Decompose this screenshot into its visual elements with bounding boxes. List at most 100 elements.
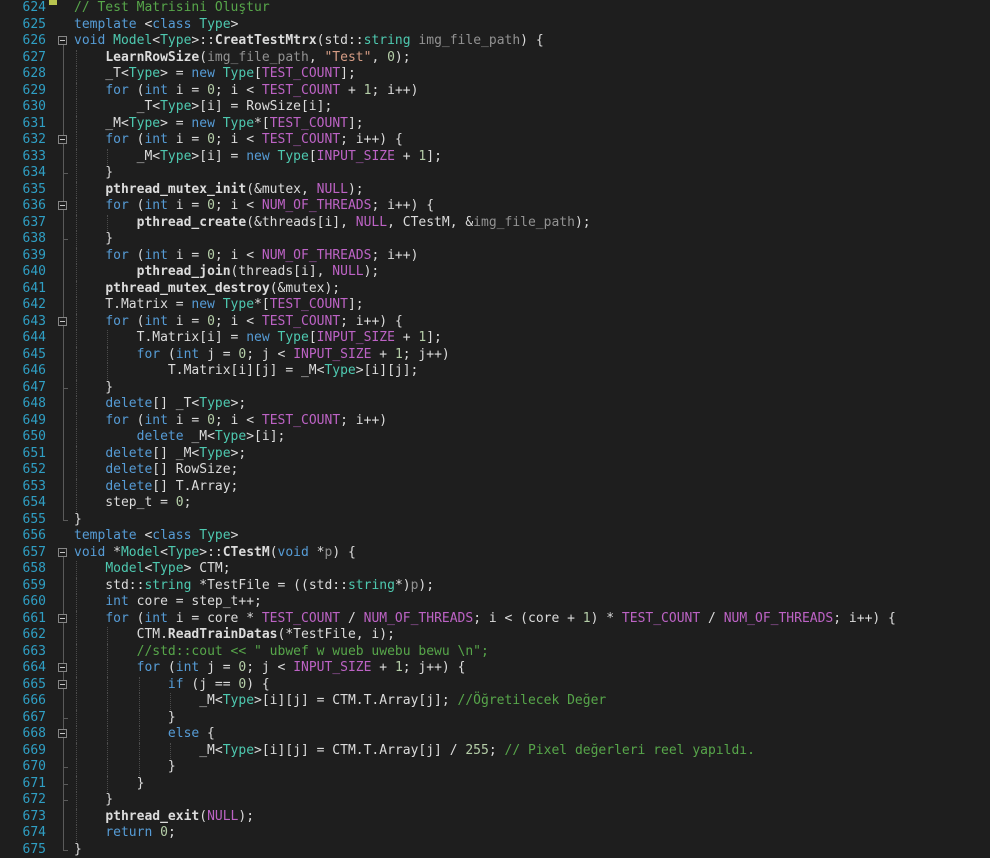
fold-margin[interactable] bbox=[54, 314, 72, 331]
code-line[interactable]: 651 delete[] _M<Type>; bbox=[0, 446, 990, 463]
fold-margin[interactable] bbox=[54, 660, 72, 677]
code-line[interactable]: 634 } bbox=[0, 165, 990, 182]
code-line[interactable]: 652 delete[] RowSize; bbox=[0, 462, 990, 479]
code-line[interactable]: 639 for (int i = 0; i < NUM_OF_THREADS; … bbox=[0, 248, 990, 265]
collapse-region-icon[interactable] bbox=[58, 614, 67, 623]
line-number[interactable]: 650 bbox=[0, 429, 46, 446]
line-number[interactable]: 625 bbox=[0, 17, 46, 34]
code-line[interactable]: 625template <class Type> bbox=[0, 17, 990, 34]
line-number[interactable]: 640 bbox=[0, 264, 46, 281]
code-line[interactable]: 643 for (int i = 0; i < TEST_COUNT; i++)… bbox=[0, 314, 990, 331]
line-number[interactable]: 674 bbox=[0, 825, 46, 842]
fold-margin[interactable] bbox=[54, 611, 72, 628]
code-line[interactable]: 647 } bbox=[0, 380, 990, 397]
collapse-region-icon[interactable] bbox=[58, 201, 67, 210]
line-number[interactable]: 663 bbox=[0, 644, 46, 661]
line-number[interactable]: 632 bbox=[0, 132, 46, 149]
line-number[interactable]: 645 bbox=[0, 347, 46, 364]
code-line[interactable]: 659 std::string *TestFile = ((std::strin… bbox=[0, 578, 990, 595]
code-line[interactable]: 668 else { bbox=[0, 726, 990, 743]
code-line[interactable]: 672 } bbox=[0, 792, 990, 809]
fold-margin[interactable] bbox=[54, 33, 72, 50]
line-number[interactable]: 653 bbox=[0, 479, 46, 496]
line-number[interactable]: 624 bbox=[0, 0, 46, 17]
collapse-region-icon[interactable] bbox=[58, 729, 67, 738]
line-number[interactable]: 638 bbox=[0, 231, 46, 248]
line-number[interactable]: 673 bbox=[0, 809, 46, 826]
line-number[interactable]: 642 bbox=[0, 297, 46, 314]
line-number[interactable]: 647 bbox=[0, 380, 46, 397]
code-line[interactable]: 664 for (int j = 0; j < INPUT_SIZE + 1; … bbox=[0, 660, 990, 677]
code-line[interactable]: 642 T.Matrix = new Type*[TEST_COUNT]; bbox=[0, 297, 990, 314]
code-line[interactable]: 650 delete _M<Type>[i]; bbox=[0, 429, 990, 446]
code-line[interactable]: 673 pthread_exit(NULL); bbox=[0, 809, 990, 826]
collapse-region-icon[interactable] bbox=[58, 548, 67, 557]
line-number[interactable]: 669 bbox=[0, 743, 46, 760]
code-line[interactable]: 640 pthread_join(threads[i], NULL); bbox=[0, 264, 990, 281]
code-line[interactable]: 663 //std::cout << " ubwef w wueb uwebu … bbox=[0, 644, 990, 661]
code-line[interactable]: 641 pthread_mutex_destroy(&mutex); bbox=[0, 281, 990, 298]
code-line[interactable]: 627 LearnRowSize(img_file_path, "Test", … bbox=[0, 50, 990, 67]
line-number[interactable]: 670 bbox=[0, 759, 46, 776]
line-number[interactable]: 672 bbox=[0, 792, 46, 809]
code-line[interactable]: 648 delete[] _T<Type>; bbox=[0, 396, 990, 413]
code-line[interactable]: 628 _T<Type> = new Type[TEST_COUNT]; bbox=[0, 66, 990, 83]
line-number[interactable]: 628 bbox=[0, 66, 46, 83]
line-number[interactable]: 658 bbox=[0, 561, 46, 578]
code-line[interactable]: 660 int core = step_t++; bbox=[0, 594, 990, 611]
line-number[interactable]: 666 bbox=[0, 693, 46, 710]
line-number[interactable]: 675 bbox=[0, 842, 46, 858]
code-line[interactable]: 657void *Model<Type>::CTestM(void *p) { bbox=[0, 545, 990, 562]
fold-margin[interactable] bbox=[54, 677, 72, 694]
line-number[interactable]: 661 bbox=[0, 611, 46, 628]
line-number[interactable]: 662 bbox=[0, 627, 46, 644]
collapse-region-icon[interactable] bbox=[58, 680, 67, 689]
line-number[interactable]: 655 bbox=[0, 512, 46, 529]
collapse-region-icon[interactable] bbox=[58, 36, 67, 45]
code-line[interactable]: 633 _M<Type>[i] = new Type[INPUT_SIZE + … bbox=[0, 149, 990, 166]
line-number[interactable]: 630 bbox=[0, 99, 46, 116]
line-number[interactable]: 659 bbox=[0, 578, 46, 595]
code-line[interactable]: 624// Test Matrisini Oluştur bbox=[0, 0, 990, 17]
code-line[interactable]: 661 for (int i = core * TEST_COUNT / NUM… bbox=[0, 611, 990, 628]
code-line[interactable]: 631 _M<Type> = new Type*[TEST_COUNT]; bbox=[0, 116, 990, 133]
line-number[interactable]: 660 bbox=[0, 594, 46, 611]
code-line[interactable]: 644 T.Matrix[i] = new Type[INPUT_SIZE + … bbox=[0, 330, 990, 347]
code-line[interactable]: 653 delete[] T.Array; bbox=[0, 479, 990, 496]
line-number[interactable]: 646 bbox=[0, 363, 46, 380]
line-number[interactable]: 668 bbox=[0, 726, 46, 743]
fold-margin[interactable] bbox=[54, 198, 72, 215]
line-number[interactable]: 657 bbox=[0, 545, 46, 562]
line-number[interactable]: 665 bbox=[0, 677, 46, 694]
collapse-region-icon[interactable] bbox=[58, 663, 67, 672]
code-line[interactable]: 654 step_t = 0; bbox=[0, 495, 990, 512]
line-number[interactable]: 656 bbox=[0, 528, 46, 545]
line-number[interactable]: 649 bbox=[0, 413, 46, 430]
line-number[interactable]: 651 bbox=[0, 446, 46, 463]
code-line[interactable]: 675} bbox=[0, 842, 990, 858]
code-line[interactable]: 638 } bbox=[0, 231, 990, 248]
line-number[interactable]: 626 bbox=[0, 33, 46, 50]
code-line[interactable]: 629 for (int i = 0; i < TEST_COUNT + 1; … bbox=[0, 83, 990, 100]
code-line[interactable]: 670 } bbox=[0, 759, 990, 776]
code-line[interactable]: 667 } bbox=[0, 710, 990, 727]
code-line[interactable]: 632 for (int i = 0; i < TEST_COUNT; i++)… bbox=[0, 132, 990, 149]
line-number[interactable]: 654 bbox=[0, 495, 46, 512]
line-number[interactable]: 639 bbox=[0, 248, 46, 265]
code-line[interactable]: 646 T.Matrix[i][j] = _M<Type>[i][j]; bbox=[0, 363, 990, 380]
code-line[interactable]: 626void Model<Type>::CreatTestMtrx(std::… bbox=[0, 33, 990, 50]
line-number[interactable]: 631 bbox=[0, 116, 46, 133]
code-line[interactable]: 635 pthread_mutex_init(&mutex, NULL); bbox=[0, 182, 990, 199]
line-number[interactable]: 627 bbox=[0, 50, 46, 67]
code-line[interactable]: 645 for (int j = 0; j < INPUT_SIZE + 1; … bbox=[0, 347, 990, 364]
code-line[interactable]: 669 _M<Type>[i][j] = CTM.T.Array[j] / 25… bbox=[0, 743, 990, 760]
code-line[interactable]: 630 _T<Type>[i] = RowSize[i]; bbox=[0, 99, 990, 116]
line-number[interactable]: 643 bbox=[0, 314, 46, 331]
fold-margin[interactable] bbox=[54, 726, 72, 743]
line-number[interactable]: 652 bbox=[0, 462, 46, 479]
line-number[interactable]: 629 bbox=[0, 83, 46, 100]
line-number[interactable]: 664 bbox=[0, 660, 46, 677]
code-line[interactable]: 665 if (j == 0) { bbox=[0, 677, 990, 694]
code-line[interactable]: 656template <class Type> bbox=[0, 528, 990, 545]
fold-margin[interactable] bbox=[54, 545, 72, 562]
